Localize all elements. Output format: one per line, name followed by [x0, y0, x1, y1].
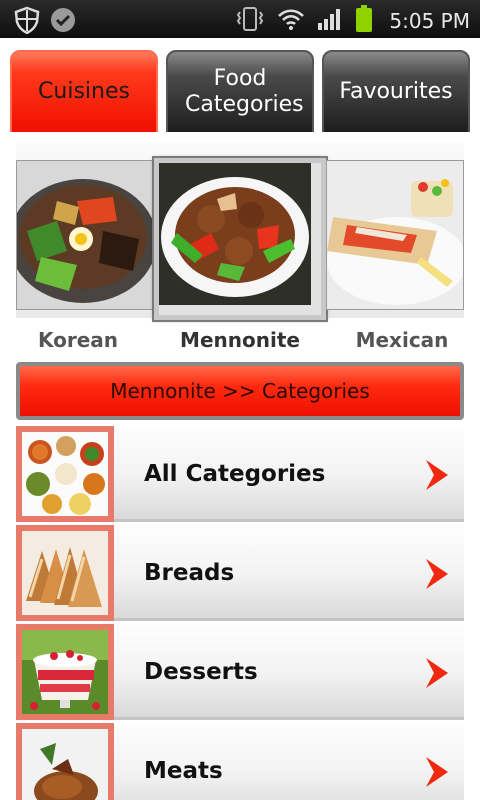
bibimbap-image — [17, 161, 153, 309]
chevron-right-icon — [426, 559, 448, 589]
signal-icon — [317, 7, 343, 35]
list-item-all-categories[interactable]: All Categories — [16, 426, 464, 522]
chevron-right-icon — [426, 460, 448, 490]
breadcrumb: Mennonite >> Categories — [16, 362, 464, 420]
cuisine-carousel[interactable] — [16, 142, 464, 322]
bread-loaf-thumbnail — [16, 525, 114, 621]
tab-food-categories[interactable]: Food Categories — [166, 50, 314, 134]
list-item-label: Desserts — [144, 659, 258, 685]
wifi-icon — [277, 7, 305, 35]
list-item-label: Meats — [144, 758, 223, 784]
carousel-item-mexican[interactable] — [326, 160, 464, 310]
vibrate-icon — [235, 6, 265, 36]
carousel-item-korean[interactable] — [16, 160, 154, 310]
tab-food-categories-label: Food Categories — [185, 66, 304, 117]
tab-bar: Cuisines Food Categories Favourites — [10, 50, 470, 134]
tab-favourites[interactable]: Favourites — [322, 50, 470, 134]
list-item-label: All Categories — [144, 461, 326, 487]
carousel-item-mennonite[interactable] — [152, 156, 328, 322]
list-item-desserts[interactable]: Desserts — [16, 624, 464, 720]
category-list[interactable]: All Categories Breads Desserts Meats — [16, 426, 464, 800]
list-item-breads[interactable]: Breads — [16, 525, 464, 621]
shield-icon — [14, 6, 40, 38]
chevron-right-icon — [426, 757, 448, 787]
breadcrumb-text: Mennonite >> Categories — [20, 366, 460, 416]
trifle-thumbnail — [16, 624, 114, 720]
stir-fry-image — [159, 163, 311, 305]
assorted-dishes-thumbnail — [16, 426, 114, 522]
clock: 5:05 PM — [389, 9, 470, 33]
tab-underline — [10, 132, 470, 136]
carousel-label-mexican[interactable]: Mexican — [340, 328, 464, 352]
chevron-right-icon — [426, 658, 448, 688]
battery-icon — [355, 5, 373, 37]
carousel-label-korean[interactable]: Korean — [16, 328, 140, 352]
burrito-image — [327, 161, 463, 309]
carousel-label-mennonite[interactable]: Mennonite — [160, 328, 320, 352]
list-item-meats[interactable]: Meats — [16, 723, 464, 800]
status-bar: 5:05 PM — [0, 0, 480, 38]
tab-cuisines[interactable]: Cuisines — [10, 50, 158, 134]
check-icon — [50, 7, 76, 37]
roast-meat-thumbnail — [16, 723, 114, 800]
list-item-label: Breads — [144, 560, 235, 586]
